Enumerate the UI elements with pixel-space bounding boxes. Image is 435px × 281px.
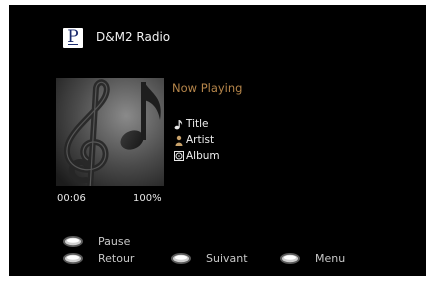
- disc-icon: [173, 150, 184, 162]
- track-title-row: Title: [173, 117, 209, 131]
- hint-menu: Menu: [279, 252, 345, 265]
- hint-next: Suivant: [170, 252, 248, 265]
- now-playing-screen: P D&M2 Radio Now Playing Title Artist Al…: [9, 5, 426, 276]
- remote-button-icon: [62, 252, 84, 265]
- album-row: Album: [173, 149, 220, 163]
- hint-back: Retour: [62, 252, 134, 265]
- remote-button-icon: [62, 235, 84, 248]
- hint-next-label: Suivant: [206, 252, 248, 265]
- hint-back-label: Retour: [98, 252, 135, 265]
- person-icon: [173, 134, 184, 146]
- source-badge-icon: P: [63, 27, 83, 48]
- artist-label: Artist: [186, 134, 215, 146]
- remote-button-icon: [170, 252, 192, 265]
- hint-menu-label: Menu: [315, 252, 346, 265]
- source-title: D&M2 Radio: [96, 30, 171, 44]
- artist-row: Artist: [173, 133, 214, 147]
- album-label: Album: [186, 150, 220, 162]
- elapsed-time: 00:06: [57, 193, 86, 204]
- music-note-icon: [173, 118, 184, 130]
- album-art-music-notes-icon: [56, 78, 164, 186]
- volume-level: 100%: [133, 193, 162, 204]
- now-playing-heading: Now Playing: [172, 81, 243, 95]
- remote-button-icon: [279, 252, 301, 265]
- hint-pause: Pause: [62, 235, 130, 248]
- hint-pause-label: Pause: [98, 235, 131, 248]
- track-title-label: Title: [186, 118, 209, 130]
